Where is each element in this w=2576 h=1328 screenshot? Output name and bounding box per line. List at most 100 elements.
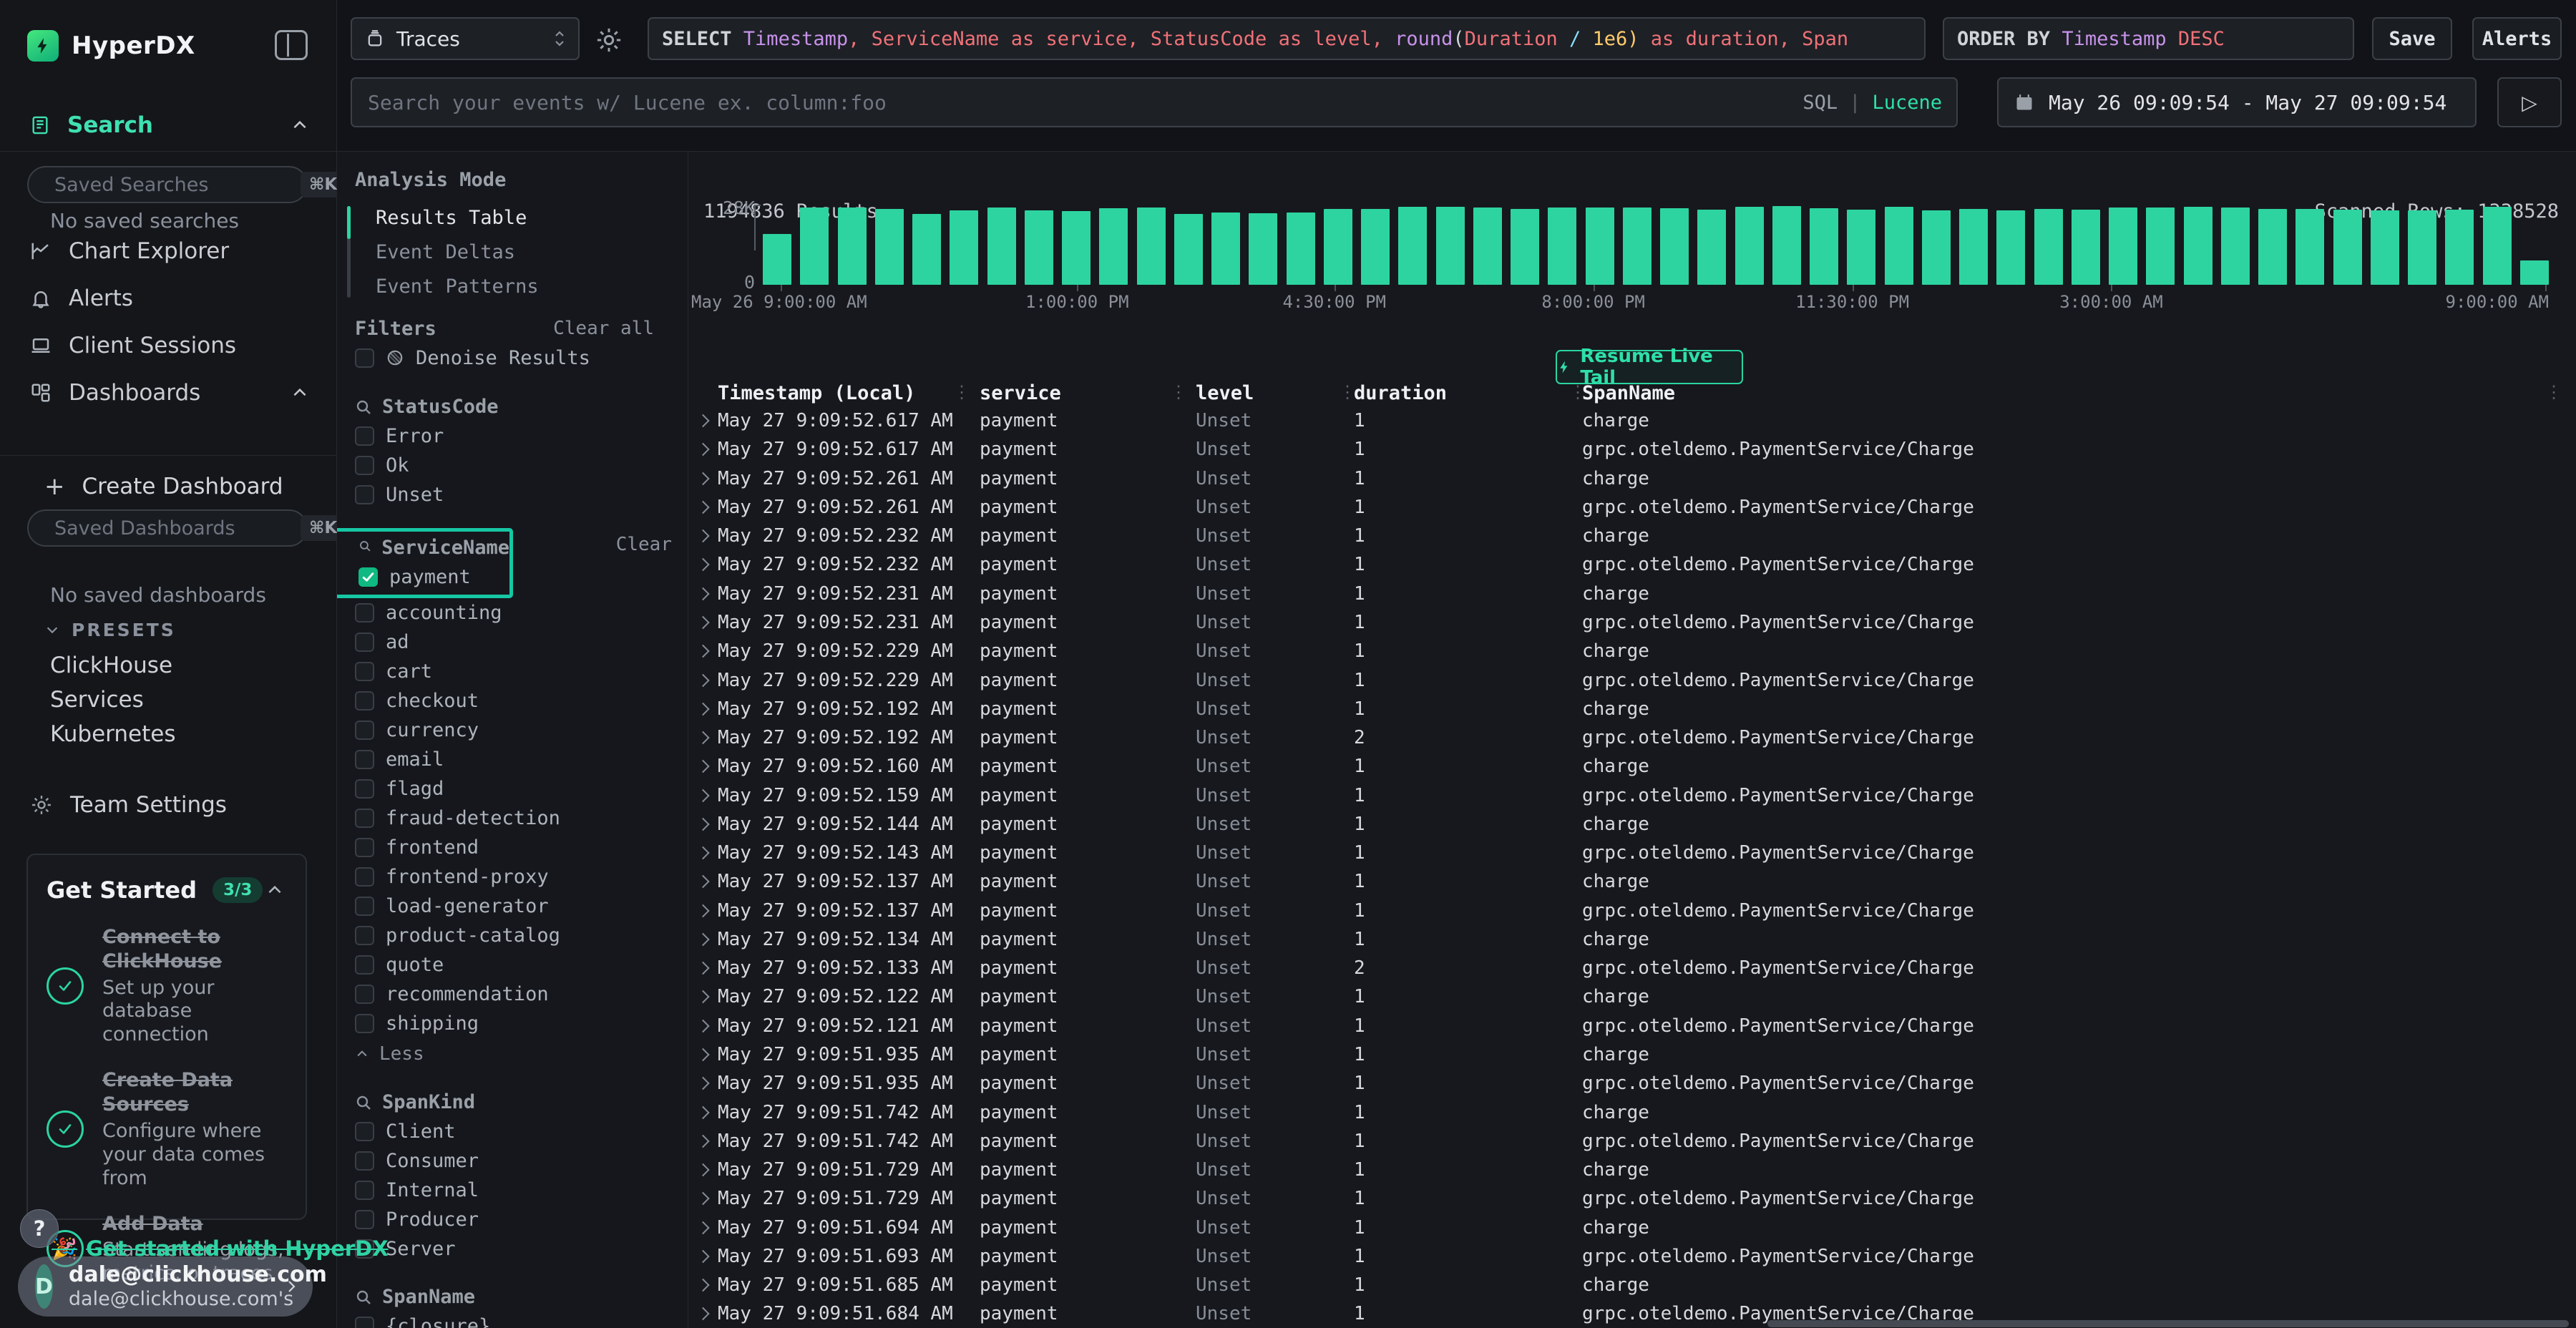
- filter-option-fraud-detection[interactable]: fraud-detection: [337, 804, 688, 833]
- filter-option-Consumer[interactable]: Consumer: [337, 1146, 688, 1176]
- filter-option-checkout[interactable]: checkout: [337, 686, 688, 716]
- checkbox[interactable]: [355, 897, 374, 916]
- sidebar-item-search[interactable]: Search: [0, 107, 336, 143]
- source-settings-gear-icon[interactable]: [595, 26, 623, 54]
- toggle-sql[interactable]: SQL: [1802, 92, 1838, 114]
- filter-option-currency[interactable]: currency: [337, 716, 688, 745]
- column-grip-icon[interactable]: ⋮: [1339, 382, 1356, 402]
- less-toggle[interactable]: Less: [337, 1038, 688, 1069]
- table-row[interactable]: May 27 9:09:52.617 AMpaymentUnset1charge: [689, 406, 2576, 435]
- row-expand-chevron[interactable]: [696, 472, 709, 484]
- filter-option-email[interactable]: email: [337, 745, 688, 774]
- table-row[interactable]: May 27 9:09:51.729 AMpaymentUnset1charge: [689, 1156, 2576, 1184]
- chevron-up-icon[interactable]: [265, 881, 284, 899]
- sidebar-item-dashboards[interactable]: Dashboards: [0, 369, 336, 416]
- row-expand-chevron[interactable]: [696, 1192, 709, 1205]
- table-row[interactable]: May 27 9:09:51.935 AMpaymentUnset1charge: [689, 1040, 2576, 1069]
- preset-services[interactable]: Services: [0, 683, 336, 717]
- filter-option-load-generator[interactable]: load-generator: [337, 892, 688, 921]
- filter-option-shipping[interactable]: shipping: [337, 1009, 688, 1038]
- table-row[interactable]: May 27 9:09:52.261 AMpaymentUnset1grpc.o…: [689, 493, 2576, 522]
- filter-group-header-spankind[interactable]: SpanKind: [337, 1088, 688, 1117]
- checkbox[interactable]: [355, 485, 374, 504]
- checkbox[interactable]: [355, 662, 374, 681]
- row-expand-chevron[interactable]: [696, 818, 709, 831]
- filter-option-closure[interactable]: {closure}: [337, 1312, 688, 1328]
- checkbox[interactable]: [355, 1122, 374, 1141]
- table-row[interactable]: May 27 9:09:52.122 AMpaymentUnset1charge: [689, 982, 2576, 1011]
- saved-dashboards-field[interactable]: [53, 517, 301, 540]
- checkbox[interactable]: [355, 721, 374, 740]
- table-row[interactable]: May 27 9:09:52.617 AMpaymentUnset1grpc.o…: [689, 435, 2576, 464]
- filter-option-product-catalog[interactable]: product-catalog: [337, 921, 688, 950]
- table-row[interactable]: May 27 9:09:51.693 AMpaymentUnset1grpc.o…: [689, 1242, 2576, 1271]
- table-row[interactable]: May 27 9:09:52.121 AMpaymentUnset1grpc.o…: [689, 1012, 2576, 1040]
- filter-option-Producer[interactable]: Producer: [337, 1205, 688, 1234]
- denoise-results-checkbox[interactable]: Denoise Results: [355, 342, 688, 374]
- checkbox[interactable]: [355, 633, 374, 652]
- table-row[interactable]: May 27 9:09:52.229 AMpaymentUnset1grpc.o…: [689, 665, 2576, 694]
- checkbox-checked[interactable]: [358, 567, 378, 587]
- row-expand-chevron[interactable]: [696, 846, 709, 859]
- create-dashboard-button[interactable]: + Create Dashboard: [0, 471, 336, 502]
- row-expand-chevron[interactable]: [696, 645, 709, 658]
- checkbox[interactable]: [355, 750, 374, 769]
- checkbox[interactable]: [355, 1151, 374, 1171]
- get-started-item-1[interactable]: Connect to ClickHouseSet up your databas…: [47, 925, 287, 1047]
- filter-option-Ok[interactable]: Ok: [337, 451, 688, 480]
- table-row[interactable]: May 27 9:09:52.133 AMpaymentUnset2grpc.o…: [689, 954, 2576, 982]
- row-expand-chevron[interactable]: [696, 1250, 709, 1263]
- row-expand-chevron[interactable]: [696, 1105, 709, 1118]
- table-row[interactable]: May 27 9:09:51.935 AMpaymentUnset1grpc.o…: [689, 1069, 2576, 1098]
- row-expand-chevron[interactable]: [696, 414, 709, 427]
- preset-kubernetes[interactable]: Kubernetes: [0, 717, 336, 751]
- row-expand-chevron[interactable]: [696, 1221, 709, 1234]
- row-expand-chevron[interactable]: [696, 933, 709, 946]
- row-expand-chevron[interactable]: [696, 788, 709, 801]
- checkbox[interactable]: [355, 955, 374, 975]
- row-expand-chevron[interactable]: [696, 1279, 709, 1292]
- column-grip-icon[interactable]: ⋮: [2545, 382, 2562, 402]
- checkbox[interactable]: [355, 926, 374, 945]
- table-row[interactable]: May 27 9:09:52.231 AMpaymentUnset1grpc.o…: [689, 608, 2576, 637]
- filter-option-frontend[interactable]: frontend: [337, 833, 688, 862]
- filter-group-header-spanname[interactable]: SpanName: [337, 1282, 688, 1312]
- checkbox[interactable]: [355, 603, 374, 622]
- table-row[interactable]: May 27 9:09:52.144 AMpaymentUnset1charge: [689, 810, 2576, 839]
- search-input[interactable]: [366, 90, 1802, 115]
- filter-option-recommendation[interactable]: recommendation: [337, 980, 688, 1009]
- sidebar-item-chart-explorer[interactable]: Chart Explorer: [0, 228, 336, 275]
- filter-option-cart[interactable]: cart: [337, 657, 688, 686]
- row-expand-chevron[interactable]: [696, 1307, 709, 1320]
- sidebar-item-alerts[interactable]: Alerts: [0, 275, 336, 322]
- checkbox[interactable]: [355, 779, 374, 799]
- source-select[interactable]: Traces: [351, 17, 580, 60]
- user-menu[interactable]: D dale@clickhouse.com dale@clickhouse.co…: [18, 1256, 313, 1317]
- table-row[interactable]: May 27 9:09:52.137 AMpaymentUnset1charge: [689, 867, 2576, 896]
- row-expand-chevron[interactable]: [696, 673, 709, 686]
- sql-select-editor[interactable]: SELECT Timestamp, ServiceName as service…: [648, 17, 1926, 60]
- checkbox[interactable]: [355, 867, 374, 887]
- checkbox[interactable]: [355, 1317, 374, 1328]
- table-row[interactable]: May 27 9:09:52.159 AMpaymentUnset1grpc.o…: [689, 781, 2576, 809]
- col-header-service[interactable]: service: [980, 382, 1061, 404]
- filter-option-frontend-proxy[interactable]: frontend-proxy: [337, 862, 688, 892]
- checkbox[interactable]: [355, 985, 374, 1004]
- row-expand-chevron[interactable]: [696, 875, 709, 888]
- row-expand-chevron[interactable]: [696, 962, 709, 975]
- checkbox[interactable]: [355, 809, 374, 828]
- row-expand-chevron[interactable]: [696, 1048, 709, 1061]
- row-expand-chevron[interactable]: [696, 760, 709, 773]
- horizontal-scrollbar-thumb[interactable]: [1767, 1320, 2569, 1327]
- get-started-item-2[interactable]: Create Data SourcesConfigure where your …: [47, 1068, 287, 1190]
- run-query-button[interactable]: ▷: [2497, 77, 2562, 127]
- table-row[interactable]: May 27 9:09:51.729 AMpaymentUnset1grpc.o…: [689, 1184, 2576, 1213]
- table-row[interactable]: May 27 9:09:51.742 AMpaymentUnset1grpc.o…: [689, 1127, 2576, 1156]
- row-expand-chevron[interactable]: [696, 501, 709, 514]
- help-button[interactable]: ?: [20, 1209, 59, 1248]
- row-expand-chevron[interactable]: [696, 558, 709, 571]
- chevron-up-icon[interactable]: [291, 116, 309, 135]
- sidebar-item-client-sessions[interactable]: Client Sessions: [0, 322, 336, 369]
- checkbox[interactable]: [355, 456, 374, 475]
- checkbox[interactable]: [355, 691, 374, 711]
